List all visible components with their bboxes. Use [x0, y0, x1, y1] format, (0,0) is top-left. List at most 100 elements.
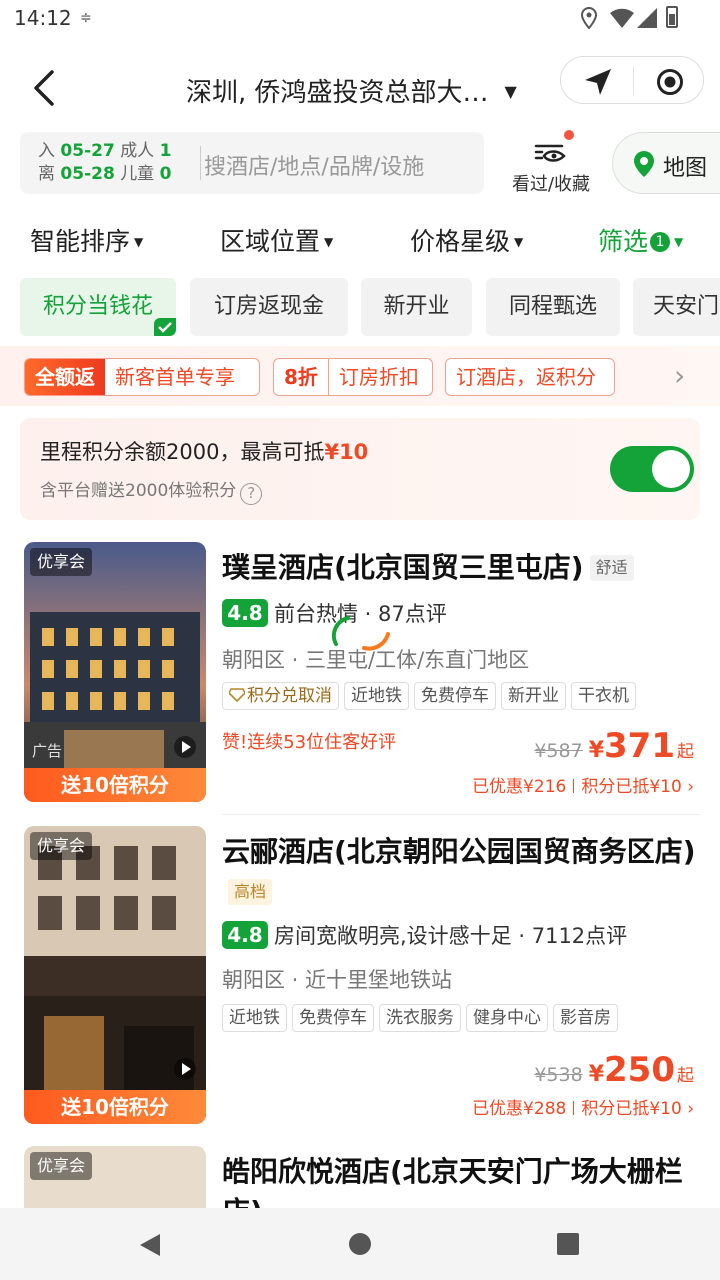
points-note-text: 含平台赠送2000体验积分 — [40, 481, 237, 501]
divider — [200, 146, 201, 180]
chip-new-open[interactable]: 新开业 — [361, 278, 472, 336]
member-badge: 优享会 — [30, 1152, 93, 1180]
hotel-name-text: 云郦酒店(北京朝阳公园国贸商务区店) — [222, 835, 696, 868]
map-label: 地图 — [663, 156, 708, 181]
status-bar: 14:12 ≑ — [0, 0, 720, 38]
hotel-photo[interactable]: 优享会 — [24, 1146, 206, 1208]
location-status-icon — [580, 7, 598, 29]
hotel-area: 朝阳区 · 三里屯/工体/东直门地区 — [222, 648, 530, 672]
chip-label: 新开业 — [383, 294, 450, 319]
search-box[interactable]: 入 05-27 成人 1 离 05-28 儿童 0 搜酒店/地点/品牌/设施 — [20, 132, 484, 194]
promo-full-refund[interactable]: 全额返 新客首单专享 — [24, 358, 260, 396]
hotel-area: 朝阳区 · 近十里堡地铁站 — [222, 968, 453, 992]
chip-label: 同程甄选 — [508, 294, 597, 319]
hotel-photo[interactable]: 优享会 广告 送10倍积分 — [24, 542, 206, 802]
promo-text: 订酒店，返积分 — [456, 365, 596, 389]
tag: 免费停车 — [414, 682, 496, 710]
seen-label: 看过/收藏 — [511, 174, 591, 195]
adults-label: 成人 — [120, 141, 155, 161]
chevron-right-icon: › — [687, 777, 694, 797]
checkout-label: 离 — [38, 164, 55, 184]
search-input[interactable]: 搜酒店/地点/品牌/设施 — [204, 149, 424, 181]
chip-label: 积分当钱花 — [42, 294, 153, 319]
tag: 近地铁 — [222, 1004, 287, 1032]
chip-label: 订房返现金 — [213, 294, 324, 319]
tag: 近地铁 — [344, 682, 409, 710]
ad-label: 广告 — [32, 742, 63, 760]
sort-smart[interactable]: 智能排序 ▼ — [30, 222, 143, 258]
battery-icon — [666, 6, 678, 28]
promo-points[interactable]: 订酒店，返积分 — [445, 358, 615, 396]
chip-cashback[interactable]: 订房返现金 — [190, 278, 348, 336]
hotel-card[interactable]: 优享会 皓阳欣悦酒店(北京天安门广场大栅栏店) — [0, 1146, 720, 1208]
hotel-tier-badge: 高档 — [228, 879, 273, 905]
check-icon — [154, 318, 176, 336]
hotel-name: 云郦酒店(北京朝阳公园国贸商务区店) 高档 — [222, 832, 702, 912]
price-block: ¥538 ¥250 起 — [534, 1050, 694, 1090]
hotel-tier-badge: 舒适 — [589, 555, 634, 581]
tag: 影音房 — [553, 1004, 618, 1032]
tag: 健身中心 — [466, 1004, 548, 1032]
promo-strip: 全额返 新客首单专享 8折 订房折扣 订酒店，返积分 › — [0, 346, 720, 406]
chevron-right-icon[interactable]: › — [674, 359, 685, 392]
sort-price-label: 价格星级 — [410, 227, 511, 256]
discount-info[interactable]: 已优惠¥288 积分已抵¥10 › — [472, 1094, 694, 1119]
seen-favorites-button[interactable]: 看过/收藏 — [506, 130, 596, 196]
play-icon[interactable] — [174, 1058, 196, 1080]
sort-price-star[interactable]: 价格星级 ▼ — [410, 222, 523, 258]
nav-recents-icon[interactable] — [556, 1232, 580, 1256]
location-selector[interactable]: 深圳, 侨鸿盛投资总部大… ▼ — [186, 72, 517, 109]
sort-filter[interactable]: 筛选 1 ▼ — [598, 222, 683, 258]
points-balance: 里程积分余额2000，最高可抵¥10 — [40, 436, 368, 466]
back-arrow-icon[interactable] — [30, 68, 60, 108]
guest-praise: 赞!连续53位住客好评 — [222, 732, 397, 753]
tag: 新开业 — [501, 682, 566, 710]
chip-points[interactable]: 积分当钱花 — [20, 278, 176, 336]
chip-tiananmen[interactable]: 天安门 — [633, 278, 720, 336]
navigation-arrow-icon[interactable] — [583, 67, 613, 97]
nav-back-icon[interactable] — [138, 1232, 162, 1258]
sort-smart-label: 智能排序 — [30, 227, 131, 256]
map-button[interactable]: 地图 — [612, 132, 720, 194]
stay-dates[interactable]: 入 05-27 成人 1 离 05-28 儿童 0 — [38, 140, 171, 186]
divider — [222, 814, 700, 815]
review-highlight: 房间宽敞明亮,设计感十足 — [274, 924, 512, 948]
price-amount: 371 — [604, 726, 675, 766]
discount-text: 已优惠¥216 — [472, 777, 567, 797]
hotel-tags: 积分兑取消 近地铁 免费停车 新开业 干衣机 — [222, 682, 641, 710]
sort-area-label: 区域位置 — [220, 227, 321, 256]
points-max-amount: ¥10 — [324, 440, 369, 464]
triangle-down-icon: ▼ — [674, 235, 684, 249]
rating-score: 4.8 — [222, 599, 268, 627]
triangle-down-icon: ▼ — [514, 235, 524, 249]
system-nav-bar — [0, 1208, 720, 1280]
promo-discount[interactable]: 8折 订房折扣 — [273, 358, 433, 396]
hotel-card[interactable]: 优享会 广告 送10倍积分 璞呈酒店(北京国贸三里屯店) 舒适 4.8 前台热情 ·… — [0, 542, 720, 822]
points-discount-text: 积分已抵¥10 — [581, 1099, 682, 1119]
tag-label: 积分兑取消 — [247, 686, 332, 706]
currency-symbol: ¥ — [588, 738, 605, 763]
sort-area[interactable]: 区域位置 ▼ — [220, 222, 333, 258]
hotel-card[interactable]: 优享会 送10倍积分 云郦酒店(北京朝阳公园国贸商务区店) 高档 4.8 房间宽敞明… — [0, 826, 720, 1136]
member-badge: 优享会 — [30, 832, 93, 860]
target-icon[interactable] — [655, 67, 685, 97]
location-text: 深圳, 侨鸿盛投资总部大… — [186, 78, 489, 108]
triangle-down-icon: ▼ — [134, 235, 144, 249]
points-toggle[interactable] — [610, 446, 694, 492]
chip-selected[interactable]: 同程甄选 — [486, 278, 620, 336]
divider — [573, 779, 575, 793]
discount-info[interactable]: 已优惠¥216 积分已抵¥10 › — [472, 772, 694, 797]
hotel-photo[interactable]: 优享会 送10倍积分 — [24, 826, 206, 1124]
play-icon[interactable] — [174, 736, 196, 758]
checkin-date: 05-27 — [60, 141, 115, 161]
tag: 免费停车 — [292, 1004, 374, 1032]
hotel-name: 皓阳欣悦酒店(北京天安门广场大栅栏店) — [222, 1155, 683, 1208]
status-time: 14:12 — [14, 6, 72, 30]
children-label: 儿童 — [120, 164, 155, 184]
map-pin-icon — [634, 151, 654, 177]
question-icon[interactable]: ? — [240, 483, 263, 505]
filter-count-badge: 1 — [650, 232, 671, 252]
promo-text: 新客首单专享 — [115, 365, 235, 389]
nav-home-icon[interactable] — [348, 1232, 372, 1256]
hotel-name-text: 璞呈酒店(北京国贸三里屯店) — [222, 551, 584, 584]
